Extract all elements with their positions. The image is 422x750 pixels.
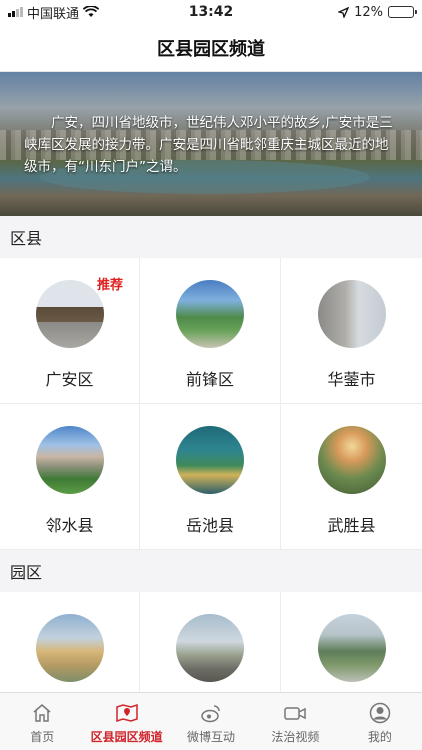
district-name: 武胜县 bbox=[327, 516, 376, 535]
district-thumbnail bbox=[317, 280, 386, 348]
banner-description: 广安，四川省地级市，世纪伟人邓小平的故乡,广安市是三峡库区发展的接力带。广安是四… bbox=[24, 115, 393, 175]
district-thumbnail bbox=[176, 426, 244, 494]
signal-icon bbox=[8, 7, 23, 17]
district-name: 前锋区 bbox=[185, 370, 234, 389]
tab-label: 微博互动 bbox=[187, 730, 236, 744]
district-item-huaying[interactable]: 华蓥市 bbox=[281, 258, 422, 404]
city-banner[interactable]: 广安，四川省地级市，世纪伟人邓小平的故乡,广安市是三峡库区发展的接力带。广安是四… bbox=[0, 72, 422, 216]
map-pin-icon bbox=[115, 701, 139, 725]
district-name: 广安区 bbox=[45, 370, 94, 389]
district-item-linshui[interactable]: 邻水县 bbox=[0, 404, 140, 550]
carrier-label: 中国联通 bbox=[27, 6, 80, 22]
weibo-icon bbox=[199, 701, 223, 725]
section-heading-districts: 区县 bbox=[0, 216, 422, 258]
district-grid: 推荐 广安区 前锋区 华蓥市 邻水县 岳池县 武胜县 bbox=[0, 258, 422, 550]
tab-district-channel[interactable]: 区县园区频道 bbox=[84, 693, 168, 750]
video-camera-icon bbox=[283, 701, 307, 725]
district-name: 华蓥市 bbox=[327, 370, 376, 389]
district-name: 邻水县 bbox=[45, 516, 94, 535]
district-item-wusheng[interactable]: 武胜县 bbox=[281, 404, 422, 550]
district-thumbnail bbox=[317, 426, 386, 494]
park-thumbnail bbox=[35, 614, 104, 682]
status-bar: 中国联通 13:42 12% bbox=[0, 0, 422, 24]
tab-label: 首页 bbox=[30, 730, 55, 744]
tab-profile[interactable]: 我的 bbox=[338, 693, 422, 750]
user-icon bbox=[368, 701, 392, 725]
section-heading-parks: 园区 bbox=[0, 550, 422, 592]
tab-bar: 首页 区县园区频道 微博互动 法治视频 我的 bbox=[0, 692, 422, 750]
tab-legal-video[interactable]: 法治视频 bbox=[253, 693, 337, 750]
tab-label: 区县园区频道 bbox=[90, 730, 163, 744]
home-icon bbox=[30, 701, 54, 725]
tab-home[interactable]: 首页 bbox=[0, 693, 84, 750]
district-thumbnail bbox=[35, 426, 104, 494]
status-time: 13:42 bbox=[188, 4, 234, 20]
nav-bar: 区县园区频道 bbox=[0, 24, 422, 72]
district-item-yuechi[interactable]: 岳池县 bbox=[140, 404, 281, 550]
recommend-badge: 推荐 bbox=[96, 278, 123, 293]
battery-percent: 12% bbox=[354, 4, 383, 20]
tab-weibo[interactable]: 微博互动 bbox=[169, 693, 253, 750]
wifi-icon bbox=[83, 6, 100, 17]
location-arrow-icon bbox=[338, 6, 350, 18]
district-thumbnail bbox=[176, 280, 244, 348]
tab-label: 我的 bbox=[367, 730, 392, 744]
district-thumbnail bbox=[35, 280, 104, 348]
tab-label: 法治视频 bbox=[271, 730, 320, 744]
park-thumbnail bbox=[176, 614, 244, 682]
park-thumbnail bbox=[317, 614, 386, 682]
page-title: 区县园区频道 bbox=[157, 38, 265, 60]
district-name: 岳池县 bbox=[185, 516, 234, 535]
district-item-guangan[interactable]: 推荐 广安区 bbox=[0, 258, 140, 404]
district-item-qianfeng[interactable]: 前锋区 bbox=[140, 258, 281, 404]
battery-icon bbox=[388, 6, 417, 18]
